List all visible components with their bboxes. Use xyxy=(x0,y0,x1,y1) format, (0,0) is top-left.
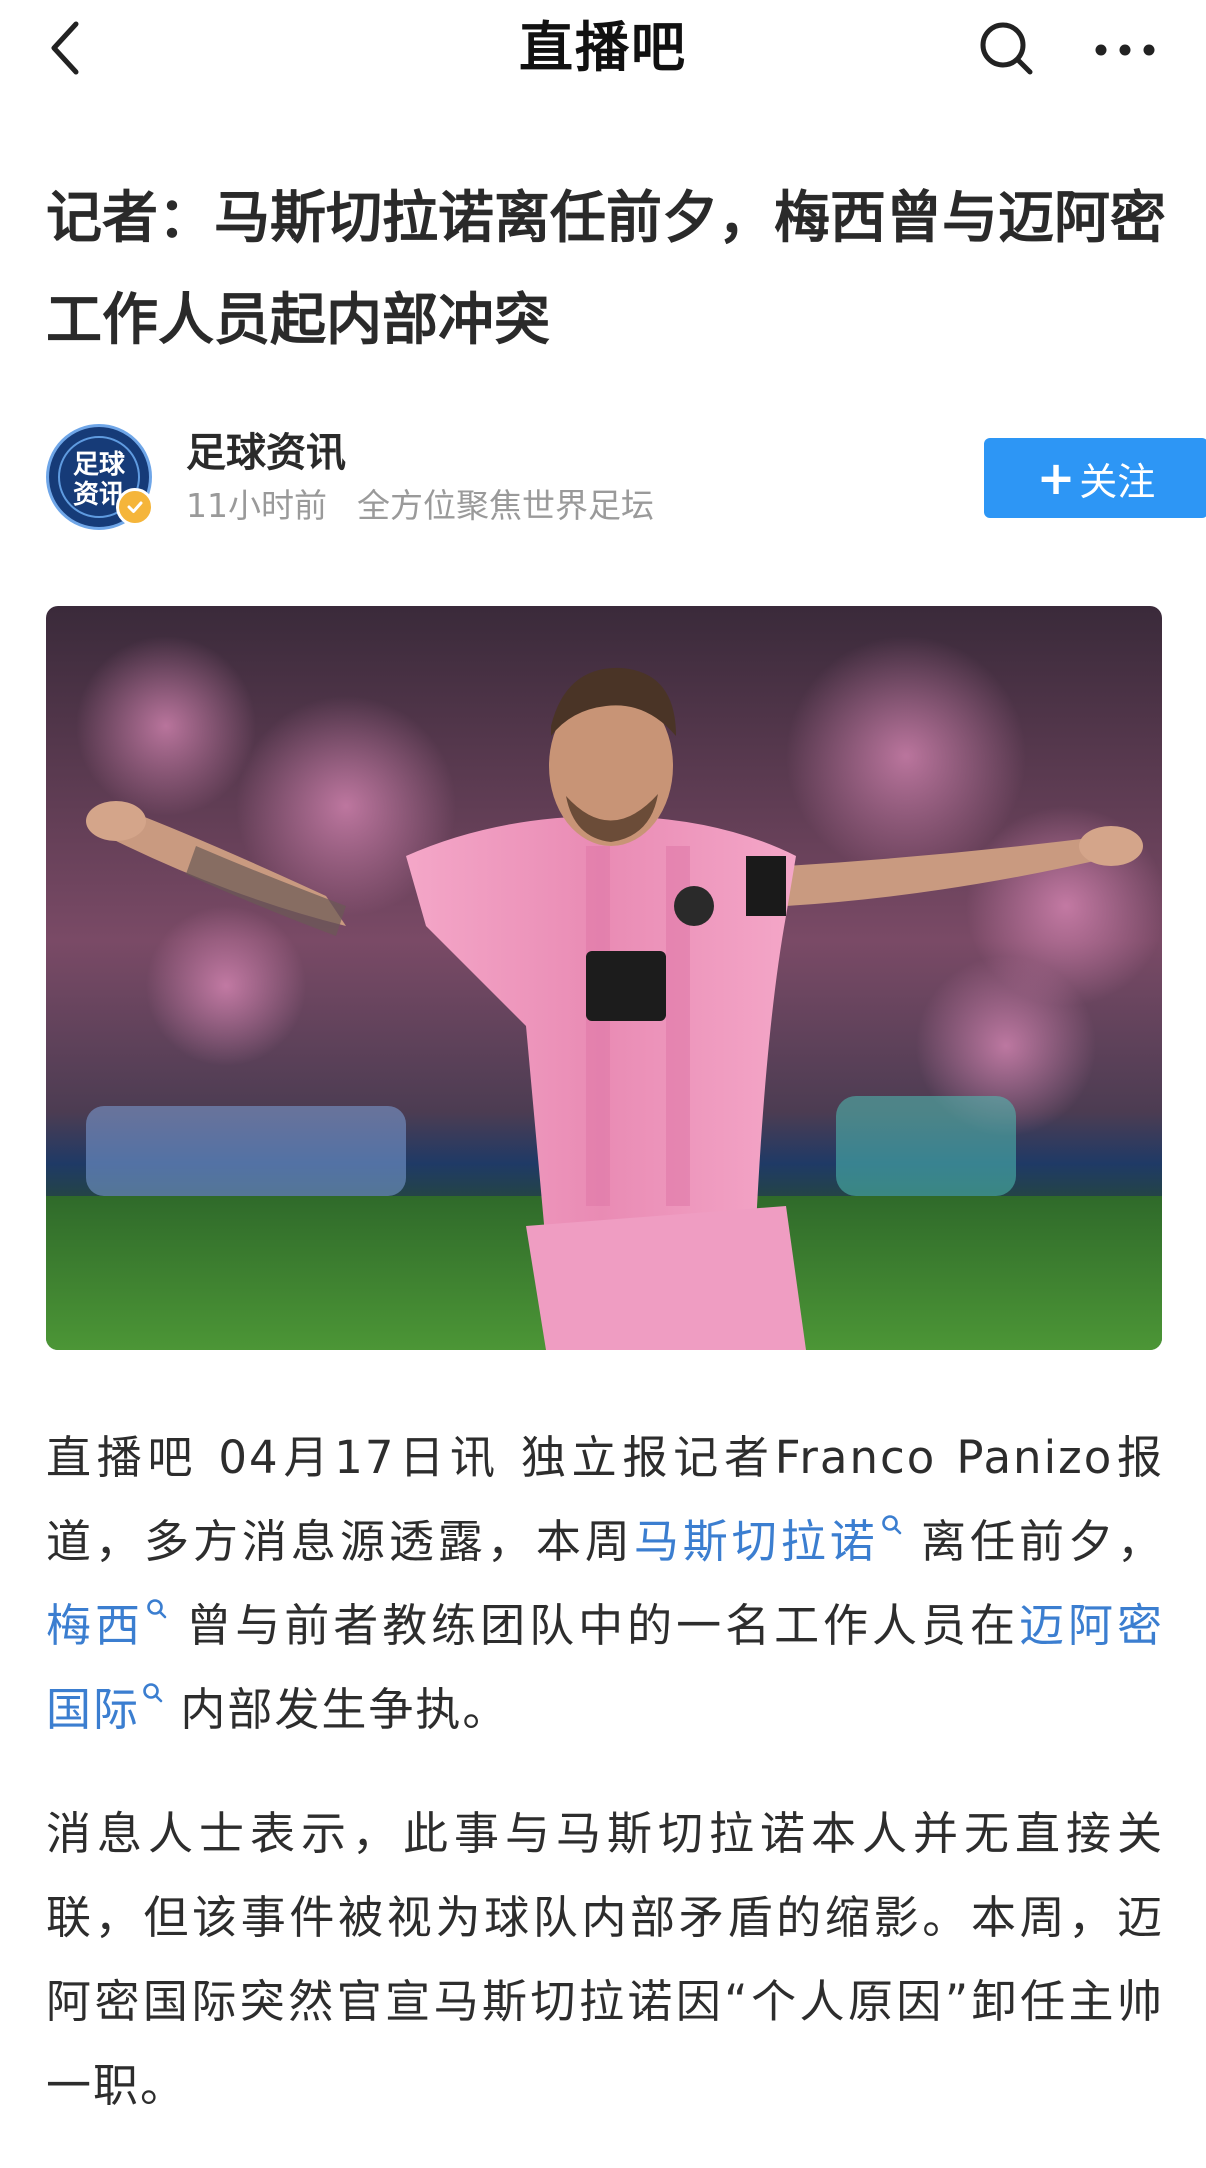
search-mini-icon xyxy=(147,1599,167,1619)
more-horizontal-icon xyxy=(1095,44,1155,56)
link-messi[interactable]: 梅西 xyxy=(46,1599,168,1652)
search-mini-icon xyxy=(881,1515,902,1535)
p1-text-4: 内部发生争执。 xyxy=(180,1683,510,1736)
paragraph-1: 直播吧 04月17日讯 独立报记者Franco Panizo报道，多方消息源透露… xyxy=(46,1416,1164,1752)
article-body: 直播吧 04月17日讯 独立报记者Franco Panizo报道，多方消息源透露… xyxy=(46,1416,1164,2168)
player-celebration-image xyxy=(46,606,1162,1350)
p1-text-2: 离任前夕， xyxy=(921,1515,1164,1568)
search-mini-icon xyxy=(143,1683,163,1703)
top-bar: 直播吧 xyxy=(0,0,1206,100)
author-row: 足球 资讯 足球资讯 11小时前 全方位聚焦世界足坛 + 关注 xyxy=(46,420,1206,540)
author-name[interactable]: 足球资讯 xyxy=(186,428,346,478)
plus-icon: + xyxy=(1036,451,1076,505)
avatar-text-top: 足球 xyxy=(73,450,126,480)
verified-badge xyxy=(116,488,154,526)
search-button[interactable] xyxy=(975,17,1039,81)
article-hero-image[interactable] xyxy=(46,606,1162,1350)
follow-button[interactable]: + 关注 xyxy=(984,438,1206,518)
author-meta: 11小时前 全方位聚焦世界足坛 xyxy=(186,484,654,528)
follow-label: 关注 xyxy=(1079,459,1156,504)
check-icon xyxy=(127,501,143,513)
article-title: 记者：马斯切拉诺离任前夕，梅西曾与迈阿密工作人员起内部冲突 xyxy=(46,186,1166,353)
publish-time: 11小时前 xyxy=(186,486,327,525)
link-mascherano[interactable]: 马斯切拉诺 xyxy=(634,1515,903,1568)
link-messi-label: 梅西 xyxy=(46,1599,144,1652)
author-tagline: 全方位聚焦世界足坛 xyxy=(357,486,654,525)
paragraph-2: 消息人士表示，此事与马斯切拉诺本人并无直接关联，但该事件被视为球队内部矛盾的缩影… xyxy=(46,1807,1164,2112)
more-button[interactable] xyxy=(1090,22,1160,78)
p1-text-3: 曾与前者教练团队中的一名工作人员在 xyxy=(186,1599,1019,1652)
search-icon xyxy=(980,22,1033,75)
link-mascherano-label: 马斯切拉诺 xyxy=(633,1515,879,1568)
